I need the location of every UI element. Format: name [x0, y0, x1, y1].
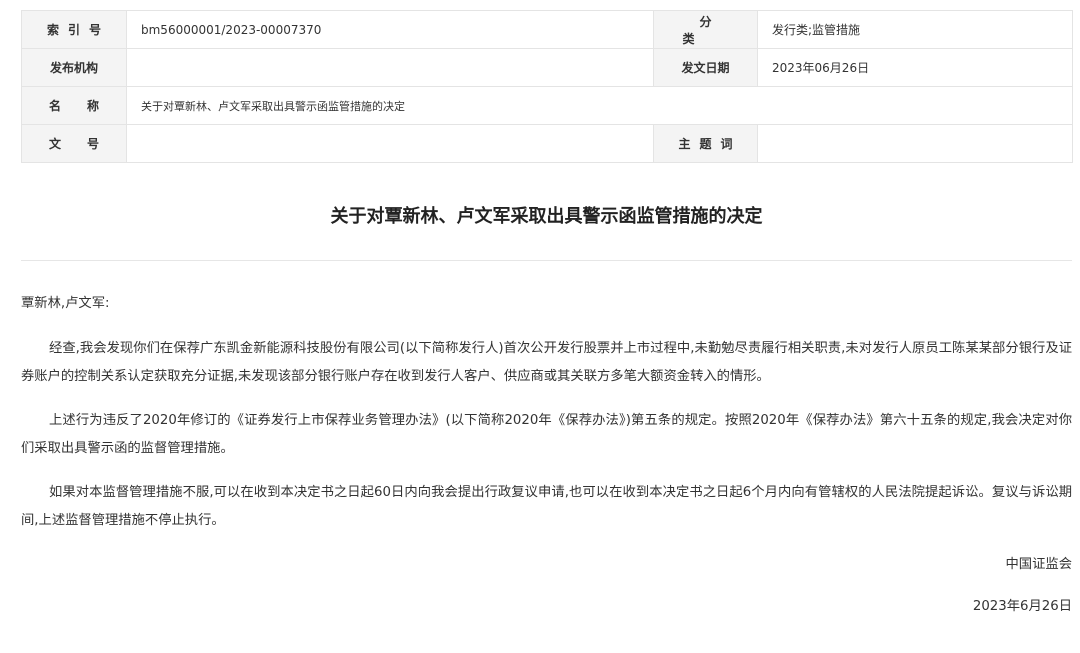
metadata-row-index: 索引号 bm56000001/2023-00007370 分类 发行类;监管措施: [21, 10, 1073, 49]
index-number-label: 索引号: [21, 10, 127, 49]
category-label: 分类: [653, 10, 758, 49]
document-number-label: 文号: [21, 124, 127, 163]
name-value: 关于对覃新林、卢文军采取出具警示函监管措施的决定: [126, 86, 1073, 125]
document-number-value: [126, 124, 654, 163]
paragraph-findings: 经查,我会发现你们在保荐广东凯金新能源科技股份有限公司(以下简称发行人)首次公开…: [21, 341, 1072, 384]
signature-date: 2023年6月26日: [972, 599, 1072, 614]
name-label: 名称: [21, 86, 127, 125]
issue-date-label: 发文日期: [653, 48, 758, 87]
publisher-value: [126, 48, 654, 87]
title-divider: [21, 260, 1072, 261]
publisher-label: 发布机构: [21, 48, 127, 87]
keywords-label: 主题词: [653, 124, 758, 163]
metadata-row-publisher: 发布机构 发文日期 2023年06月26日: [21, 48, 1073, 87]
metadata-row-name: 名称 关于对覃新林、卢文军采取出具警示函监管措施的决定: [21, 86, 1073, 125]
salutation: 覃新林,卢文军:: [21, 296, 110, 311]
paragraph-decision: 上述行为违反了2020年修订的《证券发行上市保荐业务管理办法》(以下简称2020…: [21, 413, 1072, 456]
document-metadata-table: 索引号 bm56000001/2023-00007370 分类 发行类;监管措施…: [21, 10, 1073, 163]
paragraph-appeal: 如果对本监督管理措施不服,可以在收到本决定书之日起60日内向我会提出行政复议申请…: [21, 485, 1072, 528]
document-title: 关于对覃新林、卢文军采取出具警示函监管措施的决定: [330, 206, 763, 227]
document-body: 覃新林,卢文军: 经查,我会发现你们在保荐广东凯金新能源科技股份有限公司(以下简…: [21, 290, 1072, 621]
signature: 中国证监会: [1005, 557, 1072, 572]
index-number-value: bm56000001/2023-00007370: [126, 10, 654, 49]
issue-date-value: 2023年06月26日: [757, 48, 1073, 87]
keywords-value: [757, 124, 1073, 163]
category-value: 发行类;监管措施: [757, 10, 1073, 49]
metadata-row-docno: 文号 主题词: [21, 124, 1073, 163]
